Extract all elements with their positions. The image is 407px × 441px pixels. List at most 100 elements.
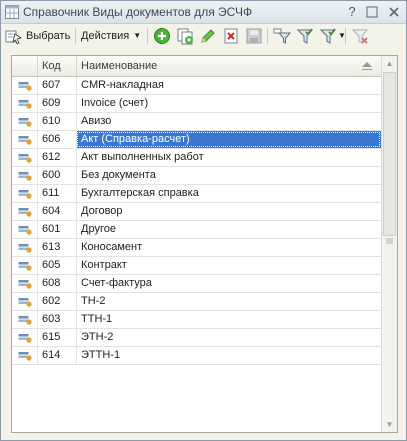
documents-table[interactable]: Код Наименование 607 CMR-накладная 609 Invo… xyxy=(11,55,398,433)
cell-name: Контракт xyxy=(76,257,381,274)
cell-name: ЭТН-2 xyxy=(76,329,381,346)
toolbar: Выбрать Действия ▼ ▼ xyxy=(1,24,406,48)
close-icon xyxy=(389,7,399,17)
catalog-item-icon xyxy=(18,226,32,235)
minimize-icon xyxy=(366,6,378,18)
table-row[interactable]: 615 ЭТН-2 xyxy=(12,329,381,347)
row-icon-cell xyxy=(12,347,36,364)
app-grid-icon xyxy=(5,5,19,19)
cell-name: Акт (Справка-расчет) xyxy=(76,131,381,148)
row-icon-cell xyxy=(12,203,36,220)
row-icon-cell xyxy=(12,131,36,148)
cell-name: Коносамент xyxy=(76,239,381,256)
delete-icon[interactable] xyxy=(222,27,240,45)
vertical-scrollbar[interactable]: ▲ ▼ xyxy=(381,56,397,432)
row-icon-cell xyxy=(12,185,36,202)
edit-icon[interactable] xyxy=(199,27,217,45)
cell-code: 602 xyxy=(37,293,75,310)
cell-code: 608 xyxy=(37,275,75,292)
filter-dropdown-icon xyxy=(319,28,337,44)
cell-name: ЭТТН-1 xyxy=(76,347,381,364)
catalog-item-icon xyxy=(18,190,32,199)
row-icon-cell xyxy=(12,167,36,184)
table-row[interactable]: 602 ТН-2 xyxy=(12,293,381,311)
cell-code: 604 xyxy=(37,203,75,220)
table-header: Код Наименование xyxy=(12,56,381,77)
row-icon-cell xyxy=(12,311,36,328)
table-row[interactable]: 613 Коносамент xyxy=(12,239,381,257)
scroll-down-icon: ▼ xyxy=(385,420,394,429)
help-icon: ? xyxy=(348,4,356,19)
cell-code: 614 xyxy=(37,347,75,364)
cell-name: Акт выполненных работ xyxy=(76,149,381,166)
column-header-code[interactable]: Код xyxy=(37,56,76,76)
scrollbar-thumb[interactable] xyxy=(383,72,396,236)
column-header-name-label: Наименование xyxy=(81,60,158,72)
copy-icon[interactable] xyxy=(176,27,194,45)
toolbar-separator xyxy=(147,28,148,44)
save-icon[interactable] xyxy=(245,27,263,45)
row-icon-cell xyxy=(12,239,36,256)
add-icon[interactable] xyxy=(153,27,171,45)
filter-icon[interactable] xyxy=(273,27,291,45)
row-icon-cell xyxy=(12,77,36,94)
cell-name: CMR-накладная xyxy=(76,77,381,94)
filter-clear-icon[interactable] xyxy=(351,27,369,45)
cell-code: 601 xyxy=(37,221,75,238)
close-button[interactable] xyxy=(385,3,403,21)
table-row[interactable]: 604 Договор xyxy=(12,203,381,221)
select-icon xyxy=(5,30,22,44)
column-header-name[interactable]: Наименование xyxy=(76,56,381,76)
scroll-down-button[interactable]: ▼ xyxy=(383,418,396,431)
actions-label: Действия xyxy=(81,30,130,42)
select-button[interactable]: Выбрать xyxy=(5,26,70,46)
catalog-item-icon xyxy=(18,244,32,253)
cell-name: ТТН-1 xyxy=(76,311,381,328)
dropdown-arrow-icon: ▼ xyxy=(133,31,142,40)
actions-menu-button[interactable]: Действия ▼ xyxy=(81,26,141,46)
catalog-item-icon xyxy=(18,262,32,271)
scroll-up-button[interactable]: ▲ xyxy=(383,57,396,70)
catalog-item-icon xyxy=(18,172,32,181)
cell-code: 611 xyxy=(37,185,75,202)
scrollbar-grip-icon xyxy=(386,238,393,244)
table-row[interactable]: 607 CMR-накладная xyxy=(12,77,381,95)
table-row[interactable]: 603 ТТН-1 xyxy=(12,311,381,329)
catalog-item-icon xyxy=(18,100,32,109)
table-row[interactable]: 611 Бухгалтерская справка xyxy=(12,185,381,203)
catalog-item-icon xyxy=(18,136,32,145)
cell-code: 613 xyxy=(37,239,75,256)
catalog-item-icon xyxy=(18,316,32,325)
filter-set-icon[interactable] xyxy=(296,27,314,45)
toolbar-separator xyxy=(345,28,346,44)
table-row[interactable]: 605 Контракт xyxy=(12,257,381,275)
window-title: Справочник Виды документов для ЭСЧФ xyxy=(23,5,253,19)
table-row[interactable]: 600 Без документа xyxy=(12,167,381,185)
table-row[interactable]: 606 Акт (Справка-расчет) xyxy=(12,131,381,149)
help-button[interactable]: ? xyxy=(343,3,361,21)
cell-name: Другое xyxy=(76,221,381,238)
table-row[interactable]: 612 Акт выполненных работ xyxy=(12,149,381,167)
header-icon-column xyxy=(12,56,37,76)
cell-code: 607 xyxy=(37,77,75,94)
catalog-item-icon xyxy=(18,334,32,343)
row-icon-cell xyxy=(12,149,36,166)
table-row[interactable]: 608 Счет-фактура xyxy=(12,275,381,293)
select-label: Выбрать xyxy=(26,30,71,42)
minimize-button[interactable] xyxy=(363,3,381,21)
title-bar[interactable]: Справочник Виды документов для ЭСЧФ ? xyxy=(1,1,406,24)
row-icon-cell xyxy=(12,257,36,274)
row-icon-cell xyxy=(12,275,36,292)
filter-dropdown-button[interactable]: ▼ xyxy=(319,26,346,46)
row-icon-cell xyxy=(12,221,36,238)
cell-code: 615 xyxy=(37,329,75,346)
cell-name: Бухгалтерская справка xyxy=(76,185,381,202)
cell-name: Договор xyxy=(76,203,381,220)
table-row[interactable]: 610 Авизо xyxy=(12,113,381,131)
catalog-item-icon xyxy=(18,298,32,307)
table-row[interactable]: 614 ЭТТН-1 xyxy=(12,347,381,365)
table-row[interactable]: 601 Другое xyxy=(12,221,381,239)
catalog-item-icon xyxy=(18,154,32,163)
table-row[interactable]: 609 Invoice (счет) xyxy=(12,95,381,113)
cell-name: ТН-2 xyxy=(76,293,381,310)
